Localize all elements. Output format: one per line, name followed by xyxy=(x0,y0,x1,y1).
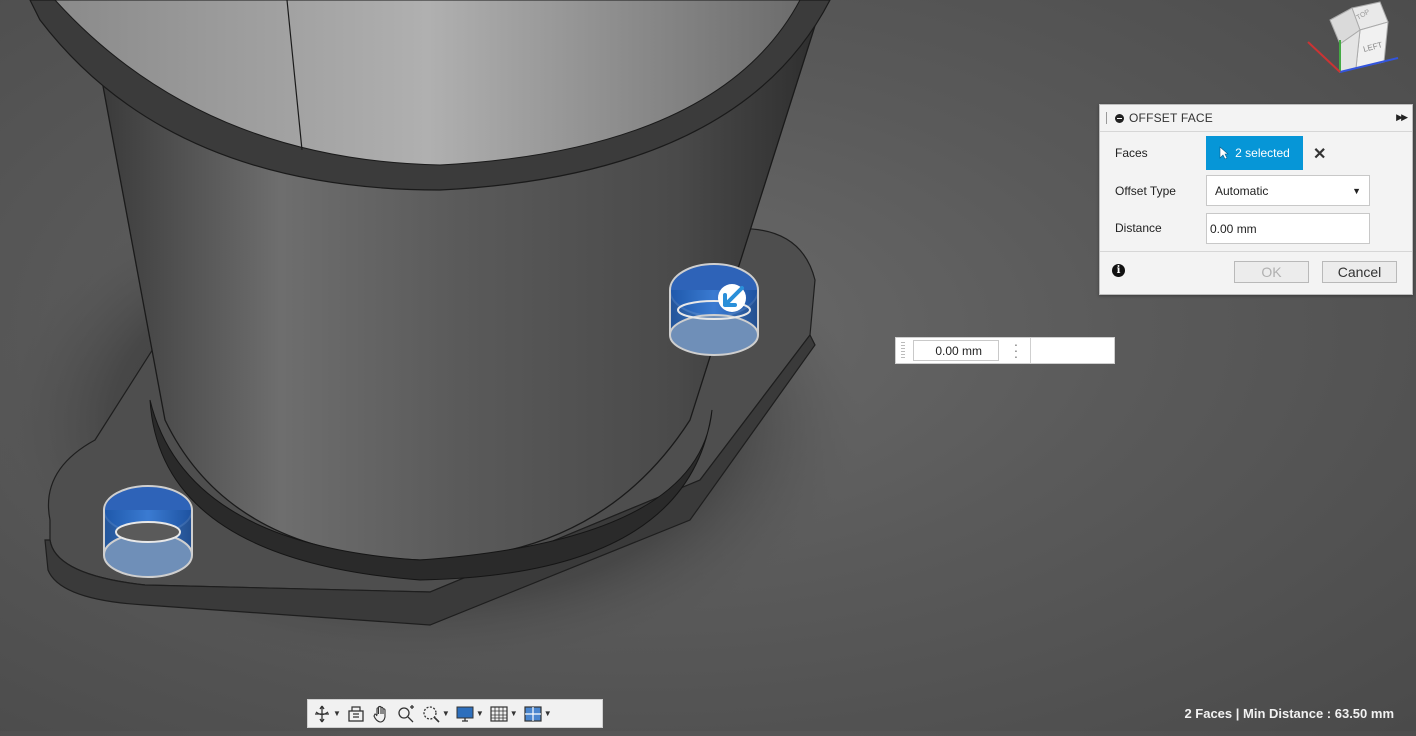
faces-selection-count: 2 selected xyxy=(1235,146,1290,160)
clear-selection-icon[interactable]: ✕ xyxy=(1313,144,1326,164)
ok-button[interactable]: OK xyxy=(1234,261,1309,283)
select-cursor-icon xyxy=(1219,146,1229,160)
display-settings-button[interactable]: ▼ xyxy=(455,702,484,726)
zoom-icon xyxy=(398,704,414,722)
distance-input[interactable] xyxy=(1206,213,1370,244)
display-settings-icon xyxy=(456,706,474,722)
offset-type-row: Offset Type Automatic ▼ xyxy=(1100,174,1412,208)
offset-arrow-icon[interactable] xyxy=(718,284,746,312)
offset-type-select[interactable]: Automatic ▼ xyxy=(1206,175,1370,206)
orbit-icon xyxy=(315,705,329,722)
inline-drag-handle[interactable] xyxy=(901,342,905,360)
look-at-icon xyxy=(348,705,364,722)
status-readout: 2 Faces | Min Distance : 63.50 mm xyxy=(1184,706,1394,721)
selected-hole-left[interactable] xyxy=(103,485,193,578)
fit-button[interactable]: ▼ xyxy=(421,702,450,726)
faces-label: Faces xyxy=(1115,146,1148,160)
selected-hole-right[interactable] xyxy=(669,263,759,356)
info-icon[interactable]: i xyxy=(1112,264,1125,277)
more-options-icon[interactable]: · · · xyxy=(1013,337,1019,363)
inline-divider xyxy=(1030,338,1031,363)
grid-settings-button[interactable]: ▼ xyxy=(489,702,518,726)
navigation-toolbar: ▼ ▼ ▼ ▼ ▼ xyxy=(307,699,603,728)
fit-icon xyxy=(423,705,440,723)
orbit-button[interactable]: ▼ xyxy=(312,702,341,726)
offset-type-label: Offset Type xyxy=(1115,184,1176,198)
panel-title: OFFSET FACE xyxy=(1129,111,1213,125)
collapse-icon[interactable] xyxy=(1115,113,1124,123)
distance-label: Distance xyxy=(1115,221,1162,235)
cancel-button[interactable]: Cancel xyxy=(1322,261,1397,283)
inline-distance-box: ··· xyxy=(895,337,1115,364)
pan-button[interactable] xyxy=(371,702,391,726)
pan-icon xyxy=(373,705,386,723)
panel-drag-handle[interactable] xyxy=(1106,112,1109,124)
faces-selection-button[interactable]: 2 selected xyxy=(1206,136,1303,170)
faces-row: Faces 2 selected ✕ xyxy=(1100,136,1412,170)
distance-row: Distance xyxy=(1100,211,1412,245)
offset-face-panel: OFFSET FACE ▶▶ Faces 2 selected ✕ Offset… xyxy=(1099,104,1413,295)
chevron-down-icon: ▼ xyxy=(1352,186,1361,196)
panel-header[interactable]: OFFSET FACE ▶▶ xyxy=(1100,105,1412,132)
panel-divider xyxy=(1100,251,1412,252)
expand-icon[interactable]: ▶▶ xyxy=(1396,112,1408,123)
viewports-button[interactable]: ▼ xyxy=(523,702,552,726)
view-cube[interactable]: LEFT TOP xyxy=(1300,0,1404,86)
offset-type-value: Automatic xyxy=(1215,183,1269,198)
grid-icon xyxy=(490,705,508,722)
viewports-icon xyxy=(524,705,542,722)
inline-distance-input[interactable] xyxy=(913,340,999,361)
look-at-button[interactable] xyxy=(346,702,366,726)
zoom-button[interactable] xyxy=(396,702,416,726)
